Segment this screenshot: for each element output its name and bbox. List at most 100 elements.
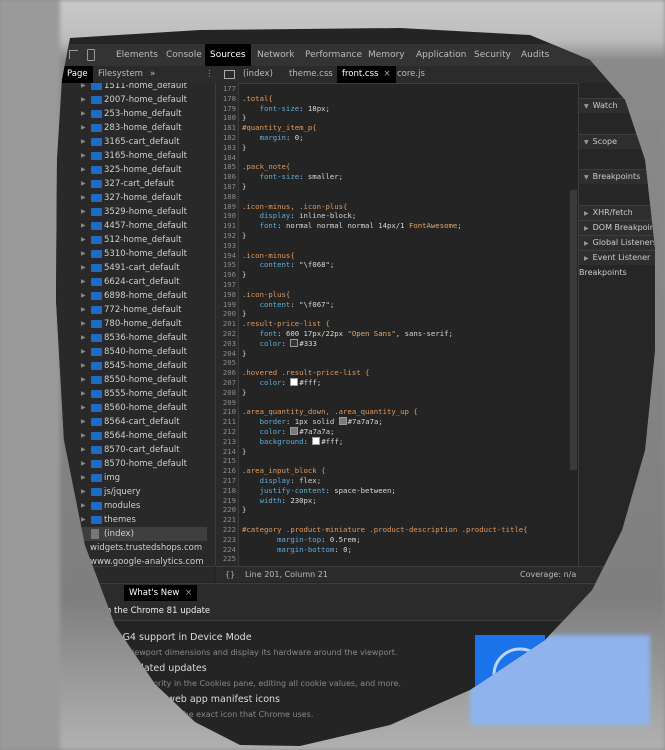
toggle-navigator-icon[interactable]: [224, 70, 235, 79]
folder-label: 512-home_default: [104, 235, 182, 245]
code-token: , sans-serif;: [395, 329, 453, 338]
editor-scrollbar[interactable]: [570, 190, 577, 470]
expand-arrow-icon[interactable]: ▶: [81, 275, 86, 289]
code-token: }: [242, 348, 247, 358]
tab-sources[interactable]: Sources: [205, 44, 251, 66]
expand-arrow-icon[interactable]: ▶: [81, 303, 86, 317]
tab-security[interactable]: Security: [469, 44, 516, 66]
color-swatch[interactable]: [338, 417, 347, 426]
expand-arrow-icon[interactable]: ▶: [81, 121, 86, 135]
expand-arrow-icon[interactable]: ▶: [81, 317, 86, 331]
editor-tab[interactable]: core.js: [392, 66, 430, 83]
expand-arrow-icon[interactable]: ▶: [81, 107, 86, 121]
expand-arrow-icon[interactable]: ▶: [81, 513, 86, 527]
expand-arrow-icon[interactable]: ▶: [81, 261, 86, 275]
color-swatch[interactable]: [290, 338, 299, 347]
expand-arrow-icon[interactable]: ▶: [81, 387, 86, 401]
expand-arrow-icon[interactable]: ▶: [81, 135, 86, 149]
expand-arrow-icon[interactable]: ▶: [81, 359, 86, 373]
folder-icon: [91, 320, 102, 328]
pretty-print-button[interactable]: {}: [225, 567, 235, 582]
expand-arrow-icon[interactable]: ▶: [81, 163, 86, 177]
collapse-arrow-icon: ▶: [584, 240, 589, 247]
tab-performance[interactable]: Performance: [300, 44, 367, 66]
tab-network[interactable]: Network: [252, 44, 300, 66]
tab-filesystem[interactable]: Filesystem: [93, 66, 148, 83]
tab-page[interactable]: Page: [62, 66, 93, 83]
code-token: }: [242, 142, 247, 152]
expand-arrow-icon[interactable]: ▶: [81, 219, 86, 233]
expand-arrow-icon[interactable]: ▶: [81, 177, 86, 191]
line-number: 202: [222, 329, 236, 338]
domain-label: widgets.trustedshops.com: [90, 543, 203, 553]
device-toolbar-icon[interactable]: [87, 49, 95, 61]
tab-application[interactable]: Application: [411, 44, 471, 66]
folder-icon: [91, 390, 102, 398]
expand-arrow-icon[interactable]: ▶: [81, 373, 86, 387]
folder-icon: [91, 96, 102, 104]
code-line: }: [242, 505, 246, 515]
expand-arrow-icon[interactable]: ▶: [81, 401, 86, 415]
folder-label: 8570-cart_default: [104, 445, 180, 455]
expand-arrow-icon[interactable]: ▶: [81, 429, 86, 443]
expand-arrow-icon[interactable]: ▶: [81, 485, 86, 499]
cursor-position: Line 201, Column 21: [245, 570, 328, 579]
editor-tab[interactable]: theme.css: [284, 66, 338, 83]
tab-audits[interactable]: Audits: [516, 44, 554, 66]
line-number: 216: [222, 466, 236, 476]
expand-arrow-icon[interactable]: ▶: [81, 247, 86, 261]
expand-arrow-icon[interactable]: ▶: [81, 443, 86, 457]
close-tab-icon[interactable]: ×: [185, 588, 192, 598]
code-line: font: 600 17px/22px "Open Sans", sans-se…: [242, 329, 453, 339]
tab-whats-new[interactable]: What's New ×: [124, 585, 198, 601]
expand-arrow-icon[interactable]: ▶: [81, 415, 86, 429]
expand-arrow-icon[interactable]: ▶: [81, 191, 86, 205]
expand-arrow-icon[interactable]: ▶: [81, 471, 86, 485]
expand-arrow-icon[interactable]: ▶: [81, 345, 86, 359]
expand-arrow-icon[interactable]: ▶: [81, 331, 86, 345]
debugger-section[interactable]: ▶ Event Listener Breakpoints: [579, 250, 655, 277]
tab-console[interactable]: Console: [161, 44, 207, 66]
code-line: display: flex;: [242, 476, 322, 486]
expand-arrow-icon[interactable]: ▶: [81, 83, 86, 93]
folder-label: 780-home_default: [104, 319, 182, 329]
code-line: .area_input_block {: [242, 466, 325, 476]
code-token: : smaller;: [299, 172, 344, 182]
color-swatch[interactable]: [290, 427, 299, 435]
debugger-section[interactable]: ▶ Global Listeners: [579, 235, 655, 250]
more-tabs-button[interactable]: »: [145, 66, 160, 83]
close-tab-icon[interactable]: ×: [383, 69, 390, 79]
inspect-element-icon[interactable]: [69, 50, 78, 59]
folder-icon: [91, 376, 102, 384]
tab-memory[interactable]: Memory: [363, 44, 410, 66]
folder-icon: [91, 306, 102, 314]
section-label: Scope: [592, 137, 617, 146]
tab-elements[interactable]: Elements: [111, 44, 163, 66]
code-token: display: [259, 211, 291, 221]
folder-icon: [91, 404, 102, 412]
expand-arrow-icon[interactable]: ▶: [81, 149, 86, 163]
code-token: : 0.5rem;: [321, 534, 361, 544]
folder-label: 325-home_default: [104, 165, 182, 175]
editor-tab[interactable]: front.css ×: [337, 66, 396, 83]
expand-arrow-icon[interactable]: ▶: [81, 457, 86, 471]
code-editor[interactable]: 177 178 .total{179 font-size: 18px; 180} 181…: [216, 83, 570, 566]
color-swatch[interactable]: [290, 378, 299, 386]
expand-arrow-icon[interactable]: ▶: [81, 289, 86, 303]
expand-arrow-icon[interactable]: ▶: [81, 499, 86, 513]
color-swatch[interactable]: [312, 436, 321, 445]
expand-arrow-icon[interactable]: ▶: [81, 93, 86, 107]
navigator-menu-button[interactable]: ⋮: [200, 66, 219, 83]
editor-tab[interactable]: (index): [238, 66, 278, 83]
expand-arrow-icon[interactable]: ▶: [81, 205, 86, 219]
expand-arrow-icon[interactable]: ▶: [81, 233, 86, 247]
folder-icon: [91, 488, 102, 496]
folder-label: 3165-home_default: [104, 151, 187, 161]
code-token: margin-top: [277, 534, 322, 544]
